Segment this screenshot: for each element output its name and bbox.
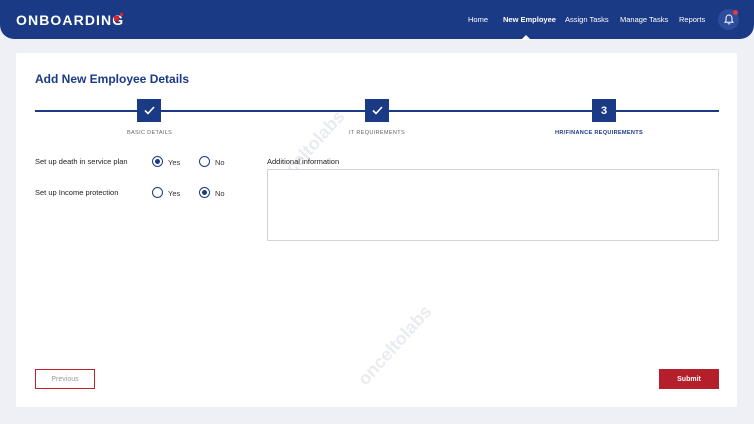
- income-protection-label: Set up Income protection: [35, 188, 119, 197]
- bell-icon: [723, 14, 734, 25]
- check-icon: [143, 106, 155, 115]
- additional-info-label: Additional information: [267, 157, 340, 166]
- brand-logo-mark-small: [120, 13, 123, 16]
- income-protection-yes-radio[interactable]: [152, 187, 163, 198]
- nav-item-assign-tasks[interactable]: Assign Tasks: [565, 15, 609, 24]
- active-nav-indicator: [521, 35, 531, 40]
- page-title: Add New Employee Details: [35, 72, 190, 86]
- radio-yes-label: Yes: [168, 158, 181, 167]
- notification-badge: [733, 10, 738, 15]
- brand-logo[interactable]: ONBOARDING: [16, 12, 124, 28]
- check-icon: [371, 106, 383, 115]
- nav-item-manage-tasks[interactable]: Manage Tasks: [620, 15, 668, 24]
- death-in-service-no-radio[interactable]: [199, 156, 210, 167]
- death-in-service-yes-radio[interactable]: [152, 156, 163, 167]
- death-in-service-label: Set up death in service plan: [35, 157, 128, 166]
- radio-no-label: No: [215, 189, 225, 198]
- step-1-indicator[interactable]: [137, 99, 161, 122]
- brand-logo-mark: [114, 16, 119, 21]
- step-3-indicator[interactable]: 3: [592, 99, 616, 122]
- income-protection-no-radio[interactable]: [199, 187, 210, 198]
- additional-info-textarea[interactable]: [267, 169, 719, 241]
- step-2-label: IT REQUIREMENTS: [349, 130, 405, 136]
- radio-no-label: No: [215, 158, 225, 167]
- nav-item-home[interactable]: Home: [468, 15, 488, 24]
- previous-button[interactable]: Previous: [35, 369, 95, 389]
- nav-item-reports[interactable]: Reports: [679, 15, 705, 24]
- step-2-indicator[interactable]: [365, 99, 389, 122]
- radio-yes-label: Yes: [168, 189, 181, 198]
- step-1-label: BASIC DETAILS: [127, 130, 173, 136]
- step-3-label: HR/FINANCE REQUIREMENTS: [555, 130, 644, 136]
- nav-item-new-employee[interactable]: New Employee: [503, 15, 556, 24]
- submit-button[interactable]: Submit: [659, 369, 719, 389]
